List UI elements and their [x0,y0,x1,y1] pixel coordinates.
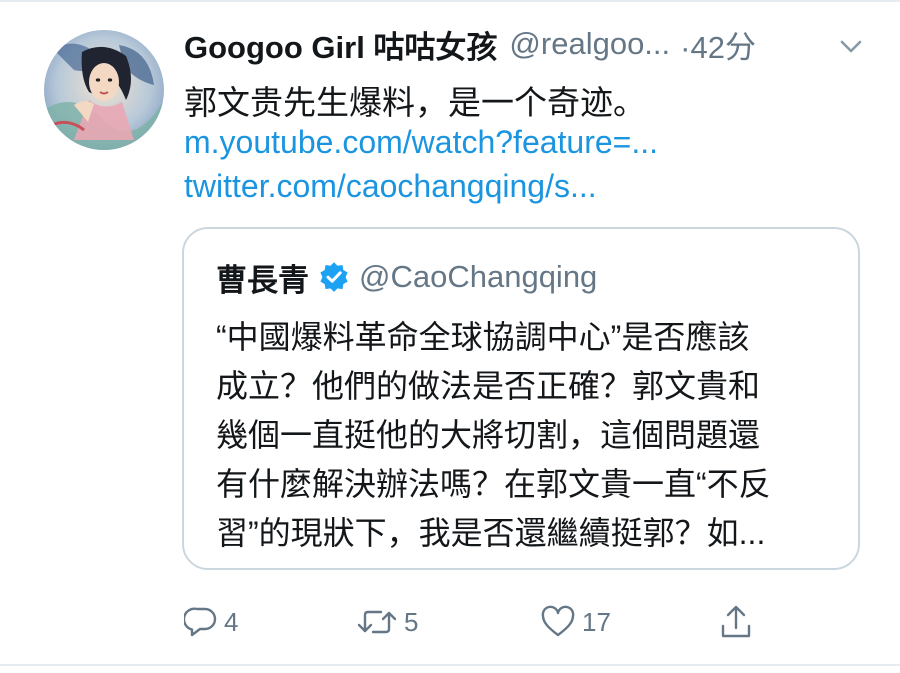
reply-icon [184,605,218,639]
tweet-link-youtube[interactable]: m.youtube.com/watch?feature=... [184,124,658,161]
reply-button[interactable]: 4 [184,600,238,644]
quote-header: 曹長青 @CaoChangqing [216,253,597,301]
display-name[interactable]: Googoo Girl 咕咕女孩 [184,22,497,67]
quote-text-line: 幾個一直挺他的大將切割，這個問題還 [216,417,761,453]
quote-text-line: 成立？他們的做法是否正確？郭文貴和 [216,368,761,404]
quote-text: “中國爆料革命全球協調中心”是否應該 成立？他們的做法是否正確？郭文貴和 幾個一… [216,313,771,558]
like-count: 17 [582,606,611,637]
tweet-link-twitter[interactable]: twitter.com/caochangqing/s... [184,168,597,205]
quote-text-line: 有什麼解決辦法嗎？在郭文貴一直“不反 [216,466,771,502]
tweet-header: Googoo Girl 咕咕女孩 @realgoo... ·42分 [184,22,884,66]
reply-count: 4 [224,606,239,637]
share-button[interactable] [718,600,754,644]
quote-text-line: “中國爆料革命全球協調中心”是否應該 [216,319,750,355]
share-icon [718,604,754,640]
timestamp[interactable]: ·42分 [680,22,756,67]
top-divider [0,0,900,2]
user-handle[interactable]: @realgoo... [509,26,670,62]
quote-handle: @CaoChangqing [359,259,598,294]
avatar[interactable] [44,30,164,150]
retweet-icon [356,605,398,639]
tweet-actions: 4 5 17 [0,600,900,644]
tweet-container: Googoo Girl 咕咕女孩 @realgoo... ·42分 郭文贵先生爆… [0,0,900,673]
tweet-text: 郭文贵先生爆料，是一个奇迹。 [184,84,646,121]
retweet-button[interactable]: 5 [356,600,418,644]
quoted-tweet-card[interactable]: 曹長青 @CaoChangqing “中國爆料革命全球協調中心”是否應該 成立？… [182,227,860,570]
like-icon [540,605,576,639]
quote-display-name: 曹長青 [216,262,309,298]
like-button[interactable]: 17 [540,600,611,644]
retweet-count: 5 [404,606,419,637]
quote-text-line: 習”的現狀下，我是否還繼續挺郭？如... [216,515,766,551]
bottom-divider [0,664,900,666]
chevron-down-icon[interactable] [834,33,868,61]
verified-badge-icon [319,262,349,292]
